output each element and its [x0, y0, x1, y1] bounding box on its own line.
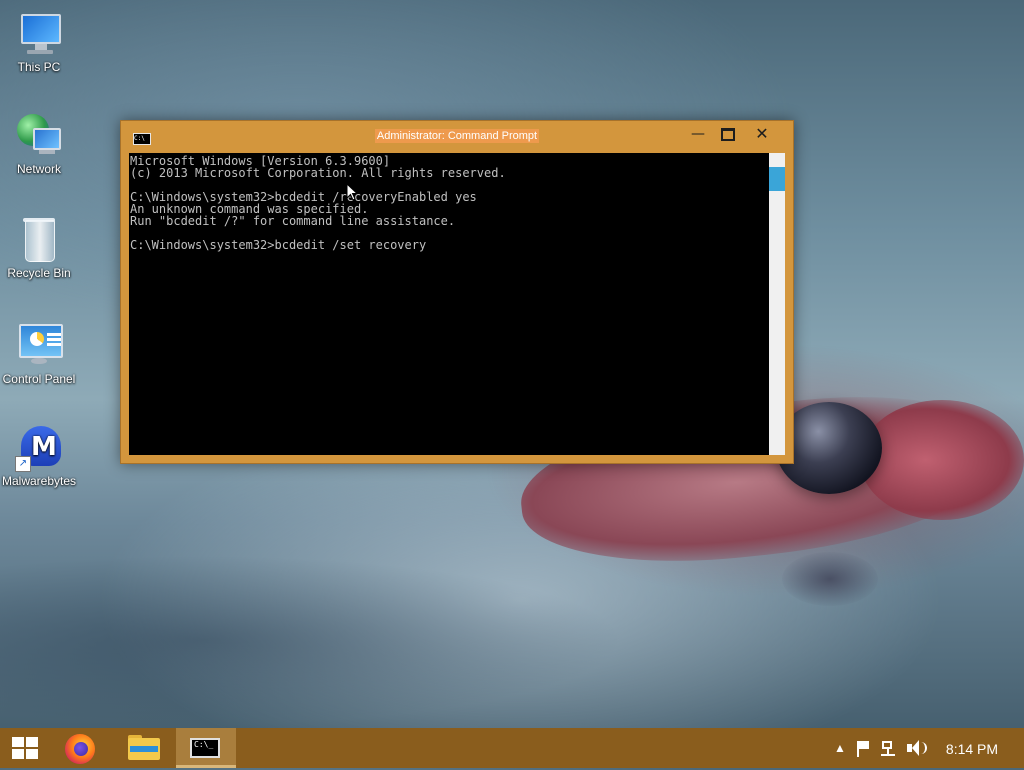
control-panel-icon — [15, 322, 63, 370]
minimize-button[interactable]: — — [683, 123, 713, 145]
desktop-icon-network[interactable]: Network — [0, 112, 78, 176]
desktop-icon-label: Recycle Bin — [7, 266, 71, 280]
desktop-icon-label: Malwarebytes — [1, 474, 77, 488]
desktop-icon-control-panel[interactable]: Control Panel — [0, 322, 78, 386]
taskbar: C:\_ ▲ 8:14 PM — [0, 728, 1024, 768]
command-prompt-window[interactable]: C:\ Administrator: Command Prompt — ✕ Mi… — [120, 120, 794, 464]
console-output[interactable]: Microsoft Windows [Version 6.3.9600] (c)… — [129, 153, 785, 251]
wallpaper-leaf-tip — [860, 400, 1024, 520]
maximize-icon — [721, 127, 735, 141]
console-area[interactable]: Microsoft Windows [Version 6.3.9600] (c)… — [129, 153, 785, 455]
desktop-icon-this-pc[interactable]: This PC — [0, 10, 78, 74]
windows-logo-icon — [12, 737, 38, 759]
action-center-flag-icon[interactable] — [854, 728, 870, 768]
taskbar-file-explorer[interactable] — [116, 728, 172, 768]
wallpaper-drop-reflection — [782, 552, 878, 606]
malwarebytes-icon: M ↗ — [15, 424, 63, 472]
network-status-icon[interactable] — [878, 728, 898, 768]
shortcut-arrow-icon: ↗ — [15, 456, 31, 472]
cmd-icon: C:\_ — [190, 738, 220, 758]
desktop-icon-label: This PC — [17, 60, 61, 74]
volume-icon[interactable] — [904, 728, 927, 768]
this-pc-icon — [15, 10, 63, 58]
maximize-button[interactable] — [713, 123, 743, 145]
desktop-icon-label: Network — [16, 162, 61, 176]
taskbar-clock[interactable]: 8:14 PM — [940, 728, 1004, 768]
desktop-icon-recycle-bin[interactable]: Recycle Bin — [0, 216, 78, 280]
show-hidden-icons-button[interactable]: ▲ — [832, 728, 848, 768]
mouse-cursor-icon — [346, 183, 359, 201]
recycle-bin-icon — [15, 216, 63, 264]
taskbar-firefox[interactable] — [54, 728, 110, 768]
wallpaper-shadow — [0, 530, 1024, 730]
close-button[interactable]: ✕ — [747, 123, 777, 145]
window-titlebar[interactable]: C:\ Administrator: Command Prompt — ✕ — [121, 121, 793, 153]
network-icon — [15, 112, 63, 160]
scrollbar-thumb[interactable] — [769, 167, 785, 191]
desktop-icon-malwarebytes[interactable]: M ↗ Malwarebytes — [0, 424, 78, 488]
window-title-text: Administrator: Command Prompt — [374, 129, 540, 143]
vertical-scrollbar[interactable] — [769, 153, 785, 455]
start-button[interactable] — [0, 728, 56, 768]
taskbar-command-prompt[interactable]: C:\_ — [176, 728, 236, 768]
desktop-icon-label: Control Panel — [2, 372, 76, 386]
